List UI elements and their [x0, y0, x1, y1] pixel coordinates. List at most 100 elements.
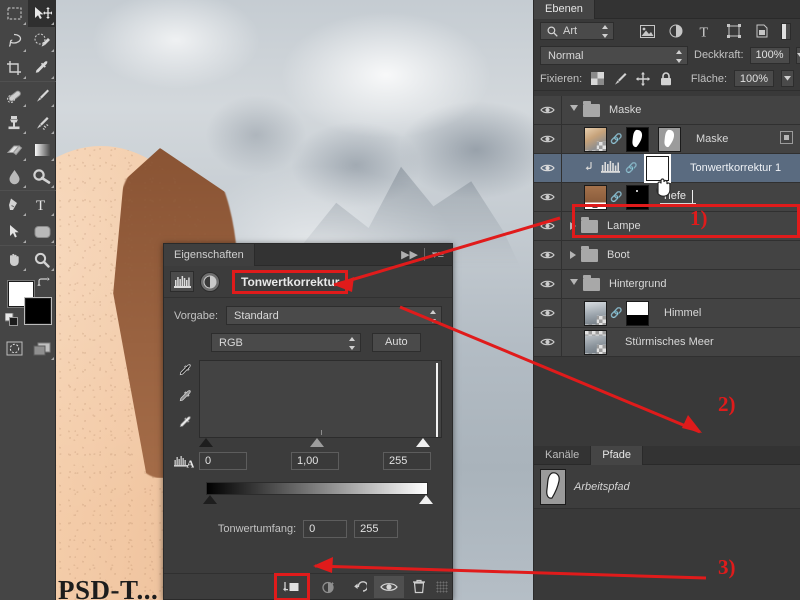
preset-select[interactable]: Standard: [226, 306, 442, 325]
layer-mask-thumbnail[interactable]: [626, 184, 649, 210]
lock-all-icon[interactable]: [658, 71, 674, 87]
screen-mode-icon[interactable]: [28, 335, 56, 362]
group-expand-triangle-icon[interactable]: [570, 279, 578, 289]
rectangular-marquee-tool[interactable]: [0, 0, 28, 27]
levels-histogram-icon[interactable]: [170, 271, 194, 292]
reset-button[interactable]: [344, 576, 374, 598]
pixel-filter-icon[interactable]: [638, 22, 659, 40]
filter-enable-toggle[interactable]: [780, 22, 792, 40]
gradient-tool[interactable]: [28, 136, 56, 163]
layer-row-hintergrund[interactable]: Hintergrund: [534, 270, 800, 299]
set-black-point-eyedropper-icon[interactable]: [178, 364, 193, 379]
input-levels-sliders[interactable]: [199, 438, 442, 450]
clip-to-layer-button[interactable]: [277, 576, 307, 598]
histogram-display[interactable]: [199, 360, 442, 438]
panel-menu-icon[interactable]: ▾≡: [432, 248, 444, 261]
layer-visibility-toggle[interactable]: [534, 299, 562, 327]
mask-link-icon[interactable]: 🔗: [610, 134, 622, 145]
layer-row-maske-image[interactable]: 🔗 Maske: [534, 125, 800, 154]
layer-thumbnail[interactable]: [584, 329, 607, 355]
opacity-dropdown-icon[interactable]: [795, 46, 800, 64]
adjustment-filter-icon[interactable]: [666, 22, 687, 40]
brush-tool[interactable]: [28, 82, 56, 109]
zoom-tool[interactable]: [28, 246, 56, 273]
output-white-field[interactable]: [354, 520, 399, 538]
set-gray-point-eyedropper-icon[interactable]: [178, 390, 193, 405]
layer-visibility-toggle[interactable]: [534, 212, 562, 240]
path-row-arbeitspfad[interactable]: Arbeitspfad: [534, 465, 800, 509]
crop-tool[interactable]: [0, 54, 28, 81]
type-tool[interactable]: T: [28, 191, 56, 218]
blend-mode-select[interactable]: Normal: [540, 45, 688, 65]
tab-ebenen[interactable]: Ebenen: [534, 0, 595, 19]
layer-row-lampe[interactable]: Lampe: [534, 212, 800, 241]
fill-field[interactable]: [734, 70, 774, 87]
input-white-slider[interactable]: [416, 438, 430, 447]
opacity-field[interactable]: [749, 46, 790, 64]
layer-row-maske-group[interactable]: Maske: [534, 96, 800, 125]
history-brush-tool[interactable]: [28, 109, 56, 136]
move-tool[interactable]: [28, 0, 56, 27]
input-black-slider[interactable]: [199, 438, 213, 447]
smartobject-filter-icon[interactable]: [752, 22, 773, 40]
mask-link-icon[interactable]: 🔗: [610, 192, 622, 203]
layer-thumbnail[interactable]: [584, 126, 607, 152]
output-black-slider[interactable]: [203, 495, 217, 504]
tab-pfade[interactable]: Pfade: [591, 446, 644, 465]
eyedropper-tool[interactable]: [28, 54, 56, 81]
layer-mask-thumbnail[interactable]: [626, 126, 649, 152]
rounded-rectangle-tool[interactable]: [28, 218, 56, 245]
auto-button[interactable]: Auto: [372, 333, 421, 352]
dodge-tool[interactable]: [28, 163, 56, 190]
healing-brush-tool[interactable]: [0, 82, 28, 109]
vector-mask-thumbnail[interactable]: [658, 126, 681, 152]
set-white-point-eyedropper-icon[interactable]: [178, 416, 193, 431]
group-expand-triangle-icon[interactable]: [570, 105, 578, 115]
layer-visibility-toggle[interactable]: [534, 125, 562, 153]
path-selection-tool[interactable]: [0, 218, 28, 245]
swap-colors-icon[interactable]: [37, 277, 50, 290]
layer-row-stuermisches-meer[interactable]: Stürmisches Meer: [534, 328, 800, 357]
layer-mask-thumbnail[interactable]: [626, 300, 649, 326]
layer-visibility-toggle[interactable]: [534, 328, 562, 356]
output-white-slider[interactable]: [419, 495, 433, 504]
filter-type-select[interactable]: Art: [540, 22, 614, 40]
fill-dropdown-icon[interactable]: [781, 70, 794, 87]
output-black-field[interactable]: [303, 520, 348, 538]
input-white-field[interactable]: [383, 452, 431, 470]
background-color-swatch[interactable]: [25, 298, 51, 324]
input-black-field[interactable]: [199, 452, 247, 470]
layer-row-tiefe[interactable]: 🔗 Tiefe: [534, 178, 800, 212]
view-previous-state-button[interactable]: [314, 576, 344, 598]
mask-link-icon[interactable]: 🔗: [610, 308, 622, 319]
input-gamma-field[interactable]: [291, 452, 339, 470]
clone-stamp-tool[interactable]: [0, 109, 28, 136]
layer-visibility-toggle[interactable]: [534, 96, 562, 124]
layer-visibility-toggle[interactable]: [534, 241, 562, 269]
layer-visibility-toggle[interactable]: [534, 154, 562, 182]
shape-filter-icon[interactable]: [723, 22, 744, 40]
resize-grip-icon[interactable]: [436, 580, 448, 593]
layer-thumbnail[interactable]: [584, 300, 607, 326]
hand-tool[interactable]: [0, 246, 28, 273]
layer-visibility-toggle[interactable]: [534, 270, 562, 298]
channel-select[interactable]: RGB: [211, 333, 361, 352]
layer-thumbnail[interactable]: [584, 184, 607, 210]
pen-tool[interactable]: [0, 191, 28, 218]
levels-adjustment-icon[interactable]: [601, 160, 620, 176]
layer-row-boot[interactable]: Boot: [534, 241, 800, 270]
tab-eigenschaften[interactable]: Eigenschaften: [164, 244, 255, 266]
group-expand-triangle-icon[interactable]: [570, 251, 576, 259]
output-levels-gradient[interactable]: [206, 482, 428, 495]
type-filter-icon[interactable]: T: [695, 22, 716, 40]
quick-mask-icon[interactable]: [0, 335, 28, 362]
lock-image-icon[interactable]: [612, 71, 628, 87]
default-colors-icon[interactable]: [5, 313, 18, 326]
lock-position-icon[interactable]: [635, 71, 651, 87]
mask-link-icon[interactable]: 🔗: [625, 163, 637, 174]
lasso-tool[interactable]: [0, 27, 28, 54]
group-expand-triangle-icon[interactable]: [570, 222, 576, 230]
collapse-panel-icon[interactable]: ▶▶: [401, 248, 418, 261]
output-levels-sliders[interactable]: [203, 495, 442, 507]
input-gamma-slider[interactable]: [310, 438, 324, 447]
